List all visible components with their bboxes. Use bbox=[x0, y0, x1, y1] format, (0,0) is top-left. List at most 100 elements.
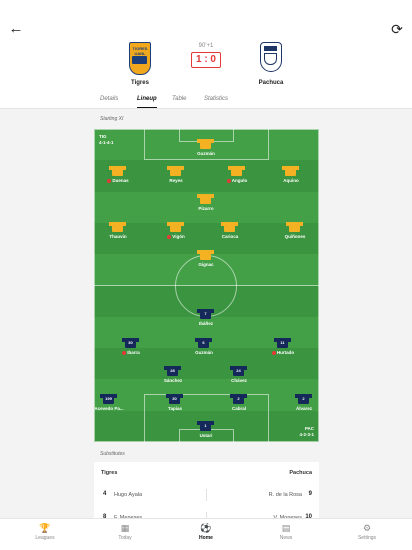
refresh-button[interactable]: ⟳ bbox=[386, 20, 408, 38]
away-formation: 4-2-3-1 bbox=[299, 432, 314, 437]
tab-table[interactable]: Table bbox=[172, 96, 186, 108]
sub-home-number: 4 bbox=[103, 491, 107, 497]
player-name-text: Ibarra bbox=[127, 350, 140, 355]
player-name: Tapias bbox=[150, 406, 200, 411]
away-formation-label: PAC 4-2-3-1 bbox=[299, 426, 314, 438]
player-name: Chávez bbox=[214, 378, 264, 383]
starting-xi-title: Starting XI bbox=[100, 116, 124, 122]
player-name: Guzmán bbox=[179, 350, 229, 355]
home-player[interactable]: Thauvin bbox=[94, 222, 143, 242]
home-player[interactable]: Guzmán bbox=[181, 139, 231, 159]
home-player[interactable]: Carioca bbox=[205, 222, 255, 242]
player-name: Reyes bbox=[151, 178, 201, 183]
away-player[interactable]: 7 Ibáñez bbox=[181, 309, 231, 329]
away-team-name: Pachuca bbox=[258, 80, 284, 86]
football-icon: ⚽ bbox=[200, 523, 212, 533]
player-name-text: Aquino bbox=[283, 178, 299, 183]
substitution-icon bbox=[167, 234, 172, 239]
tab-statistics[interactable]: Statistics bbox=[204, 96, 228, 108]
player-name: Angulo bbox=[212, 178, 262, 183]
player-name-text: Angulo bbox=[231, 178, 248, 183]
substitutes-card: Tigres Pachuca 4 Hugo Ayala R. de la Ros… bbox=[94, 462, 319, 524]
arrow-left-icon: ← bbox=[8, 20, 24, 37]
player-name-text: Sánchez bbox=[163, 378, 183, 383]
home-player[interactable]: Pizarro bbox=[181, 194, 231, 214]
player-name-text: Guzmán bbox=[195, 350, 213, 355]
sub-away-name[interactable]: R. de la Rosa bbox=[269, 492, 302, 498]
match-tabs: Details Lineup Table Statistics bbox=[0, 96, 412, 108]
sub-home-name[interactable]: Hugo Ayala bbox=[114, 492, 142, 498]
player-name: Thauvin bbox=[94, 234, 143, 239]
away-player[interactable]: 2 Álvarez bbox=[279, 394, 319, 414]
nav-leagues[interactable]: 🏆 Leagues bbox=[15, 519, 75, 550]
nav-label: Settings bbox=[357, 535, 377, 541]
player-number: 28 bbox=[170, 368, 175, 373]
away-player[interactable]: 30 Ibarra bbox=[106, 338, 156, 358]
jersey-icon: 11 bbox=[274, 338, 291, 348]
away-player[interactable]: 11 Hurtado bbox=[258, 338, 308, 358]
home-player[interactable]: Quiñones bbox=[270, 222, 319, 242]
player-number: 2 bbox=[237, 396, 240, 401]
match-minute: 90'+1 bbox=[198, 43, 214, 49]
away-player[interactable]: 2 Cabral bbox=[214, 394, 264, 414]
player-name: Ibáñez bbox=[181, 321, 231, 326]
player-name: Ibarra bbox=[106, 350, 156, 355]
tab-details[interactable]: Details bbox=[100, 96, 118, 108]
home-player[interactable]: Angulo bbox=[212, 166, 262, 186]
away-player[interactable]: 6 Guzmán bbox=[179, 338, 229, 358]
player-name: Carioca bbox=[205, 234, 255, 239]
player-name-text: Reyes bbox=[169, 178, 183, 183]
nav-today[interactable]: ▦ Today bbox=[95, 519, 155, 550]
trophy-icon: 🏆 bbox=[39, 523, 51, 533]
player-name-text: Hurtado bbox=[276, 350, 295, 355]
home-player[interactable]: Aquino bbox=[266, 166, 316, 186]
player-name-text: Acevedo Pa... bbox=[94, 406, 124, 411]
gear-icon: ⚙ bbox=[362, 523, 372, 533]
home-player[interactable]: Reyes bbox=[151, 166, 201, 186]
substitute-row: 4 Hugo Ayala R. de la Rosa 9 bbox=[94, 486, 319, 504]
jersey-icon: 24 bbox=[230, 366, 247, 376]
match-lineup-screen: ← ⟳ TIGRES UANL Tigres 90'+1 1 : 0 Pachu… bbox=[0, 0, 412, 550]
player-number: 30 bbox=[172, 396, 177, 401]
player-number: 24 bbox=[236, 368, 241, 373]
nav-label: Leagues bbox=[35, 535, 55, 541]
player-name: Duenas bbox=[94, 178, 143, 183]
player-number: 7 bbox=[204, 311, 207, 316]
jersey-icon bbox=[167, 222, 184, 232]
crest-text: TIGRES UANL bbox=[132, 46, 148, 56]
player-name: Vigón bbox=[151, 234, 201, 239]
substitution-icon bbox=[271, 350, 276, 355]
player-name-text: Cabral bbox=[231, 406, 246, 411]
player-name: Quiñones bbox=[270, 234, 319, 239]
jersey-icon bbox=[109, 166, 126, 176]
away-player[interactable]: 30 Tapias bbox=[150, 394, 200, 414]
nav-home[interactable]: ⚽ Home bbox=[176, 519, 236, 550]
match-header: ← ⟳ TIGRES UANL Tigres 90'+1 1 : 0 Pachu… bbox=[0, 0, 412, 108]
subs-away-label: Pachuca bbox=[289, 470, 312, 476]
away-player[interactable]: 28 Sánchez bbox=[148, 366, 198, 386]
away-player[interactable]: 1 Ustari bbox=[181, 421, 231, 441]
player-name-text: Duenas bbox=[112, 178, 129, 183]
divider bbox=[0, 108, 412, 109]
jersey-icon: 30 bbox=[122, 338, 139, 348]
player-name-text: Ibáñez bbox=[198, 321, 213, 326]
nav-label: News bbox=[279, 535, 293, 541]
nav-settings[interactable]: ⚙ Settings bbox=[337, 519, 397, 550]
away-player[interactable]: 24 Chávez bbox=[214, 366, 264, 386]
away-player[interactable]: 199 Acevedo Pa... bbox=[94, 394, 134, 414]
substitution-icon bbox=[122, 350, 127, 355]
sub-away-number: 9 bbox=[308, 491, 312, 497]
home-player[interactable]: Vigón bbox=[151, 222, 201, 242]
player-name-text: Quiñones bbox=[284, 234, 306, 239]
jersey-icon: 7 bbox=[197, 309, 214, 319]
tigres-crest-icon: TIGRES UANL bbox=[129, 42, 151, 75]
substitutes-title: Substitutes bbox=[100, 451, 125, 457]
nav-news[interactable]: ▤ News bbox=[256, 519, 316, 550]
tab-lineup[interactable]: Lineup bbox=[137, 96, 157, 108]
home-player[interactable]: Gignac bbox=[181, 250, 231, 270]
home-formation-label: TIG 4-1-4-1 bbox=[99, 134, 114, 146]
player-name-text: Gignac bbox=[198, 262, 214, 267]
home-player[interactable]: Duenas bbox=[94, 166, 143, 186]
back-button[interactable]: ← bbox=[4, 20, 28, 38]
substitution-icon bbox=[107, 178, 112, 183]
